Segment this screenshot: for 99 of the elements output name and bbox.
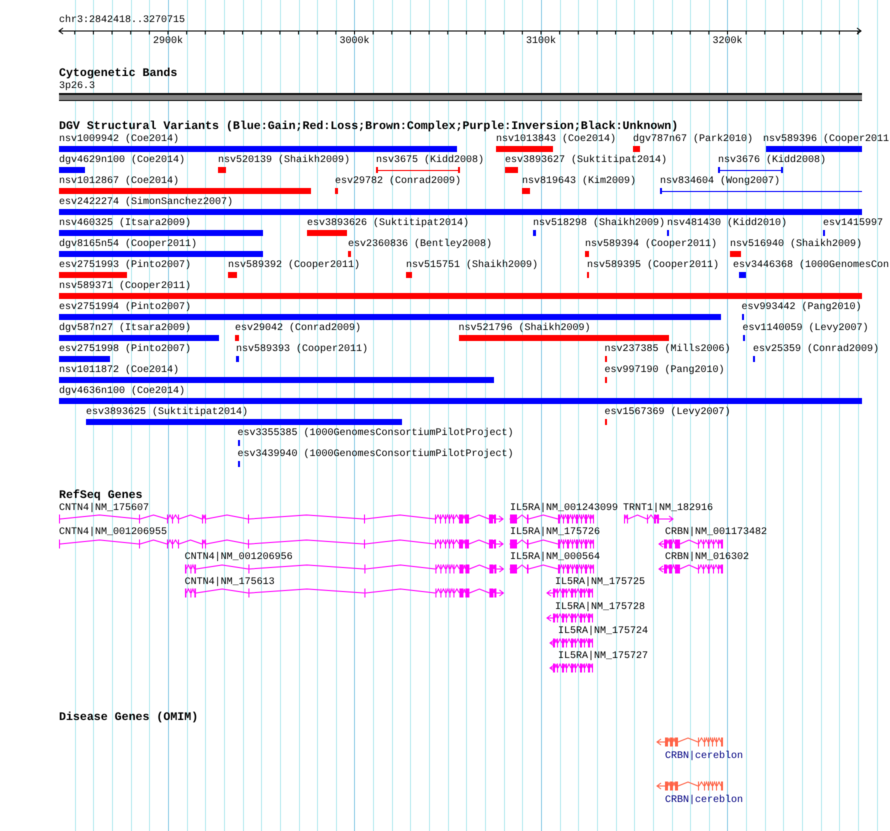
gene-label: IL5RA|NM_000564	[510, 552, 600, 564]
variant-label: esv997190 (Pang2010)	[604, 365, 725, 376]
disease-gene-label: CRBN|cereblon	[665, 794, 744, 806]
variant-label: esv3439940 (1000GenomesConsortiumPilotProject)	[238, 449, 514, 460]
gene-model-drawing[interactable]	[547, 613, 594, 624]
track-title: Cytogenetic Bands	[59, 68, 178, 80]
gene-model-drawing[interactable]	[510, 564, 595, 574]
gene-label: TRNT1|NM_182916	[623, 502, 714, 514]
variant-label: nsv520139 (Shaikh2009)	[218, 155, 350, 166]
gene-model-drawing[interactable]	[184, 564, 503, 574]
variant-label: esv25359 (Conrad2009)	[753, 344, 880, 355]
axis-tick-label: 3100k	[526, 36, 556, 47]
variant-bar[interactable]	[742, 314, 744, 320]
gene-model-drawing[interactable]	[184, 588, 503, 598]
variant-label: dgv4629n100 (Coe2014)	[59, 155, 186, 166]
variant-bar[interactable]	[238, 440, 240, 446]
variant-label: nsv1011872 (Coe2014)	[59, 365, 180, 376]
variant-bar[interactable]	[604, 419, 607, 425]
variant-label: nsv834604 (Wong2007)	[660, 176, 780, 187]
gene-label: IL5RA|NM_175725	[555, 576, 646, 588]
variant-label: nsv589371 (Cooper2011)	[59, 281, 192, 292]
variant-label: nsv589394 (Cooper2011)	[585, 239, 718, 250]
variant-label: dgv8165n54 (Cooper2011)	[59, 239, 198, 250]
variant-label: nsv237385 (Mills2006)	[604, 344, 731, 355]
variant-label: esv3893626 (Suktitipat2014)	[307, 218, 470, 229]
gene-label: CRBN|NM_001173482	[665, 527, 768, 538]
gene-label: IL5RA|NM_175727	[558, 651, 648, 662]
variant-label: esv29782 (Conrad2009)	[335, 176, 462, 187]
region-label: chr3:2842418..3270715	[59, 15, 186, 26]
gene-model-drawing[interactable]	[657, 781, 723, 792]
variant-span[interactable]	[376, 167, 460, 173]
variant-label: nsv1009942 (Coe2014)	[59, 134, 180, 145]
axis-tick-label: 2900k	[152, 36, 183, 47]
gene-label: IL5RA|NM_175724	[558, 626, 648, 638]
variant-label: esv2751994 (Pinto2007)	[59, 302, 192, 313]
variant-label: nsv1012867 (Coe2014)	[59, 176, 180, 187]
variant-label: esv3893627 (Suktitipat2014)	[505, 155, 668, 166]
gene-label: IL5RA|NM_175728	[555, 602, 646, 613]
gene-label: CNTN4|NM_001206955	[59, 527, 168, 538]
gene-label: CNTN4|NM_001206956	[184, 552, 293, 564]
gene-label: CNTN4|NM_175613	[184, 576, 275, 588]
gene-model-drawing[interactable]	[550, 662, 594, 673]
variant-label: nsv516940 (Shaikh2009)	[730, 239, 862, 250]
gene-model-drawing[interactable]	[510, 514, 595, 524]
variant-label: esv2751993 (Pinto2007)	[59, 260, 192, 271]
disease-gene-label: CRBN|cereblon	[665, 750, 744, 762]
gene-label: CNTN4|NM_175607	[59, 502, 150, 514]
axis-tick-label: 3000k	[339, 36, 370, 47]
gene-model-drawing[interactable]	[510, 538, 595, 549]
variant-label: esv3446368 (1000GenomesCon	[733, 260, 890, 271]
variant-label: nsv589392 (Cooper2011)	[228, 260, 360, 271]
gene-model-drawing[interactable]	[659, 538, 723, 549]
track-title: Disease Genes (OMIM)	[59, 712, 198, 724]
variant-label: esv3893625 (Suktitipat2014)	[86, 407, 248, 418]
variant-label: nsv589393 (Cooper2011)	[236, 344, 368, 355]
variant-label: dgv587n27 (Itsara2009)	[59, 323, 192, 334]
variant-bar[interactable]	[604, 356, 607, 362]
variant-label: esv993442 (Pang2010)	[742, 302, 862, 313]
variant-label: nsv481430 (Kidd2010)	[667, 218, 788, 229]
gene-model-drawing[interactable]	[547, 588, 594, 598]
variant-label: esv1567369 (Levy2007)	[604, 407, 731, 418]
variant-label: nsv521796 (Shaikh2009)	[458, 323, 591, 334]
variant-label: esv29042 (Conrad2009)	[235, 323, 362, 334]
variant-span[interactable]	[718, 167, 783, 173]
variant-label: esv2422274 (SimonSanchez2007)	[59, 197, 234, 208]
variant-bar[interactable]	[238, 461, 240, 467]
variant-label: nsv589395 (Cooper2011)	[587, 260, 720, 271]
variant-span[interactable]	[660, 188, 862, 194]
gene-model-drawing[interactable]	[550, 638, 594, 648]
gene-model-drawing[interactable]	[657, 736, 723, 747]
gene-label: IL5RA|NM_001243099	[510, 502, 618, 514]
variant-label: esv1415997	[823, 218, 884, 229]
variant-label: nsv3676 (Kidd2008)	[718, 155, 826, 166]
variant-label: nsv3675 (Kidd2008)	[376, 155, 484, 166]
variant-label: nsv460325 (Itsara2009)	[59, 218, 192, 229]
variant-label: nsv515751 (Shaikh2009)	[406, 260, 538, 271]
gene-model-drawing[interactable]	[659, 564, 723, 574]
variant-label: dgv787n67 (Park2010)	[633, 134, 754, 145]
gene-model-drawing[interactable]	[59, 514, 503, 524]
gene-model-drawing[interactable]	[623, 514, 673, 524]
variant-bar[interactable]	[604, 377, 607, 383]
gene-model-drawing[interactable]	[59, 538, 503, 549]
cytoband-bar[interactable]	[59, 93, 862, 101]
variant-label: nsv518298 (Shaikh2009)	[533, 218, 666, 229]
variant-label: nsv819643 (Kim2009)	[522, 176, 636, 187]
gene-label: CRBN|NM_016302	[665, 552, 750, 564]
variant-label: dgv4636n100 (Coe2014)	[59, 386, 186, 397]
variant-label: esv1140059 (Levy2007)	[742, 323, 869, 334]
track-title: DGV Structural Variants (Blue:Gain;Red:Loss;Brown:Complex;Purple:Inversion;Black:Unknown)	[59, 121, 678, 133]
variant-label: esv2751998 (Pinto2007)	[59, 344, 192, 355]
variant-bar[interactable]	[742, 335, 745, 341]
variant-label: esv2360836 (Bentley2008)	[348, 239, 492, 250]
cytoband-label: 3p26.3	[59, 81, 96, 92]
variant-label: esv3355385 (1000GenomesConsortiumPilotProject)	[238, 428, 514, 439]
axis-tick-label: 3200k	[712, 36, 742, 47]
gene-label: IL5RA|NM_175726	[510, 527, 600, 538]
track-title: RefSeq Genes	[59, 490, 142, 502]
variant-label: nsv589396 (Cooper2011	[763, 134, 890, 145]
variant-label: nsv1013843 (Coe2014)	[496, 134, 616, 145]
